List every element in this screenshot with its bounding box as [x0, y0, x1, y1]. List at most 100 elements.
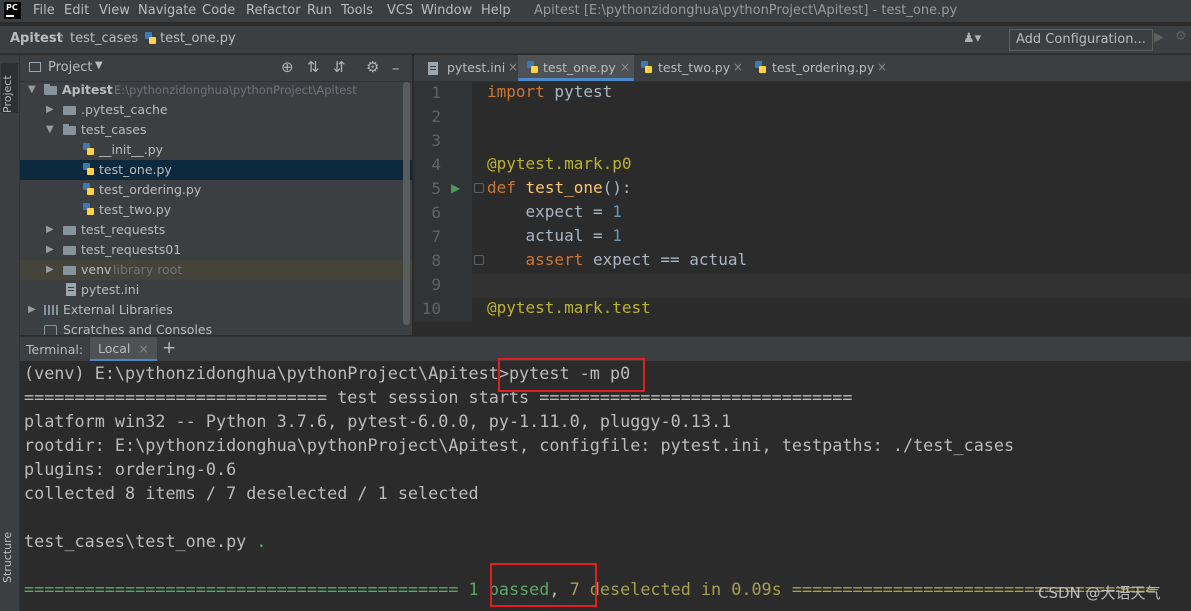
menu-tools[interactable]: Tools — [341, 3, 373, 18]
run-icon[interactable]: ▶ — [1154, 30, 1164, 45]
new-terminal-tab-icon[interactable]: + — [162, 338, 176, 358]
menu-help[interactable]: Help — [481, 3, 511, 18]
dropdown-arrow-icon[interactable]: ▼ — [95, 60, 103, 71]
tool-window-structure-tab[interactable]: Structure — [1, 513, 18, 583]
line-number: 8 — [431, 251, 441, 270]
close-tab-icon[interactable]: × — [508, 55, 518, 80]
editor-tab-pytest-ini[interactable]: pytest.ini × — [420, 55, 524, 81]
breadcrumb-project[interactable]: Apitest — [10, 31, 63, 46]
breadcrumb-separator-icon: › — [133, 30, 139, 45]
locate-file-icon[interactable]: ⊕ — [281, 58, 294, 76]
tree-item-label: __init__.py — [99, 142, 164, 157]
tree-item-test-one-py[interactable]: test_one.py — [20, 160, 412, 180]
tab-label: Local — [98, 341, 131, 356]
editor-tab-test-one-py[interactable]: test_one.py × — [518, 55, 634, 81]
project-view-selector[interactable]: Project — [48, 60, 92, 75]
test-file-path: test_cases\test_one.py — [24, 531, 247, 551]
tree-item-pytest-ini[interactable]: pytest.ini — [20, 280, 412, 300]
menu-file[interactable]: File — [33, 3, 55, 18]
tool-window-project-tab[interactable]: Project — [1, 63, 18, 113]
close-tab-icon[interactable]: × — [733, 55, 743, 80]
passed-highlight-box — [490, 563, 597, 607]
tree-item-external-libraries[interactable]: ▶ External Libraries — [20, 300, 412, 320]
menu-window[interactable]: Window — [421, 3, 472, 18]
folder-icon — [44, 84, 57, 95]
tree-item-apitest[interactable]: ▼ Apitest E:\pythonzidonghua\pythonProje… — [20, 80, 412, 100]
line-number: 4 — [431, 155, 441, 174]
test-result-dot: . — [246, 531, 267, 551]
python-file-icon — [755, 61, 766, 74]
tree-item-test-two-py[interactable]: test_two.py — [20, 200, 412, 220]
menu-run[interactable]: Run — [307, 3, 332, 18]
line-number: 2 — [431, 107, 441, 126]
python-file-icon — [83, 203, 94, 216]
command-highlight-box — [498, 358, 645, 392]
chevron-right-icon[interactable]: ▶ — [46, 220, 54, 240]
terminal-tab-local[interactable]: Local × — [90, 337, 157, 361]
editor-tab-test-ordering-py[interactable]: test_ordering.py × — [749, 55, 889, 81]
summary-separator: ========================================… — [24, 579, 469, 599]
terminal-output[interactable]: (venv) E:\pythonzidonghua\pythonProject\… — [20, 361, 1191, 611]
chevron-right-icon[interactable]: ▶ — [46, 260, 54, 280]
tree-item-label: test_one.py — [99, 162, 172, 177]
tree-item-init-py[interactable]: __init__.py — [20, 140, 412, 160]
navigation-bar: Apitest › test_cases › test_one.py ♟▾ Ad… — [0, 26, 1191, 54]
add-configuration-button[interactable]: Add Configuration... — [1009, 29, 1153, 51]
tab-label: pytest.ini — [447, 60, 506, 75]
terminal-prompt: (venv) E:\pythonzidonghua\pythonProject\… — [24, 363, 509, 383]
tree-item-label: test_ordering.py — [99, 182, 202, 197]
menu-view[interactable]: View — [99, 3, 130, 18]
tree-item-test-cases[interactable]: ▼ test_cases — [20, 120, 412, 140]
library-root-hint: library root — [113, 262, 183, 277]
tree-item-label: test_two.py — [99, 202, 172, 217]
tree-item-venv[interactable]: ▶ venv library root — [20, 260, 412, 280]
close-tab-icon[interactable]: × — [138, 341, 148, 356]
editor-tab-test-two-py[interactable]: test_two.py × — [635, 55, 749, 81]
code-line-5: def test_one(): — [487, 178, 632, 202]
tree-item-test-requests01[interactable]: ▶ test_requests01 — [20, 240, 412, 260]
close-tab-icon[interactable]: × — [877, 55, 887, 80]
terminal-title: Terminal: — [26, 342, 84, 357]
number-literal: 1 — [612, 202, 622, 221]
chevron-right-icon[interactable]: ▶ — [46, 240, 54, 260]
tree-item-test-ordering-py[interactable]: test_ordering.py — [20, 180, 412, 200]
line-number: 1 — [431, 83, 441, 102]
tree-item-scratches[interactable]: Scratches and Consoles — [20, 320, 412, 335]
expand-all-icon[interactable]: ⇅ — [307, 58, 320, 76]
menu-refactor[interactable]: Refactor — [246, 3, 301, 18]
ini-file-icon — [66, 283, 76, 296]
menu-vcs[interactable]: VCS — [387, 3, 413, 18]
tree-item-label: venv — [81, 262, 112, 277]
code-line-10: @pytest.mark.test — [487, 298, 651, 317]
function-name: test_one — [525, 178, 603, 197]
menu-edit[interactable]: Edit — [64, 3, 89, 18]
project-panel-header: Project ▼ ⊕ ⇅ ⇵ ⚙ – — [20, 55, 412, 82]
menu-code[interactable]: Code — [202, 3, 235, 18]
user-icon[interactable]: ♟▾ — [963, 31, 981, 46]
folder-icon — [63, 246, 76, 255]
run-test-icon[interactable]: ▶ — [451, 181, 460, 195]
number-literal: 1 — [612, 226, 622, 245]
keyword: def — [487, 178, 516, 197]
python-file-icon — [145, 32, 156, 45]
tree-item-test-requests[interactable]: ▶ test_requests — [20, 220, 412, 240]
terminal-platform-line: platform win32 -- Python 3.7.6, pytest-6… — [24, 411, 732, 431]
tree-item-label: test_cases — [81, 122, 147, 137]
chevron-right-icon[interactable]: ▶ — [28, 300, 36, 320]
close-tab-icon[interactable]: × — [620, 55, 630, 80]
terminal-collected-line: collected 8 items / 7 deselected / 1 sel… — [24, 483, 479, 503]
line-number: 10 — [421, 299, 441, 318]
project-scrollbar[interactable] — [403, 82, 410, 325]
code-editor[interactable]: import pytest @pytest.mark.p0 def test_o… — [472, 82, 1191, 322]
collapse-all-icon[interactable]: ⇵ — [333, 58, 346, 76]
settings-gear-icon[interactable]: ⚙ — [366, 58, 379, 76]
chevron-right-icon[interactable]: ▶ — [46, 100, 54, 120]
tree-item-pytest-cache[interactable]: ▶ .pytest_cache — [20, 100, 412, 120]
chevron-down-icon[interactable]: ▼ — [28, 80, 36, 100]
breadcrumb-folder[interactable]: test_cases — [70, 31, 138, 46]
debug-icon[interactable]: ⚙ — [1175, 29, 1187, 44]
menu-navigate[interactable]: Navigate — [138, 3, 196, 18]
breadcrumb-file[interactable]: test_one.py — [160, 31, 236, 46]
chevron-down-icon[interactable]: ▼ — [46, 120, 54, 140]
hide-panel-icon[interactable]: – — [392, 59, 400, 77]
